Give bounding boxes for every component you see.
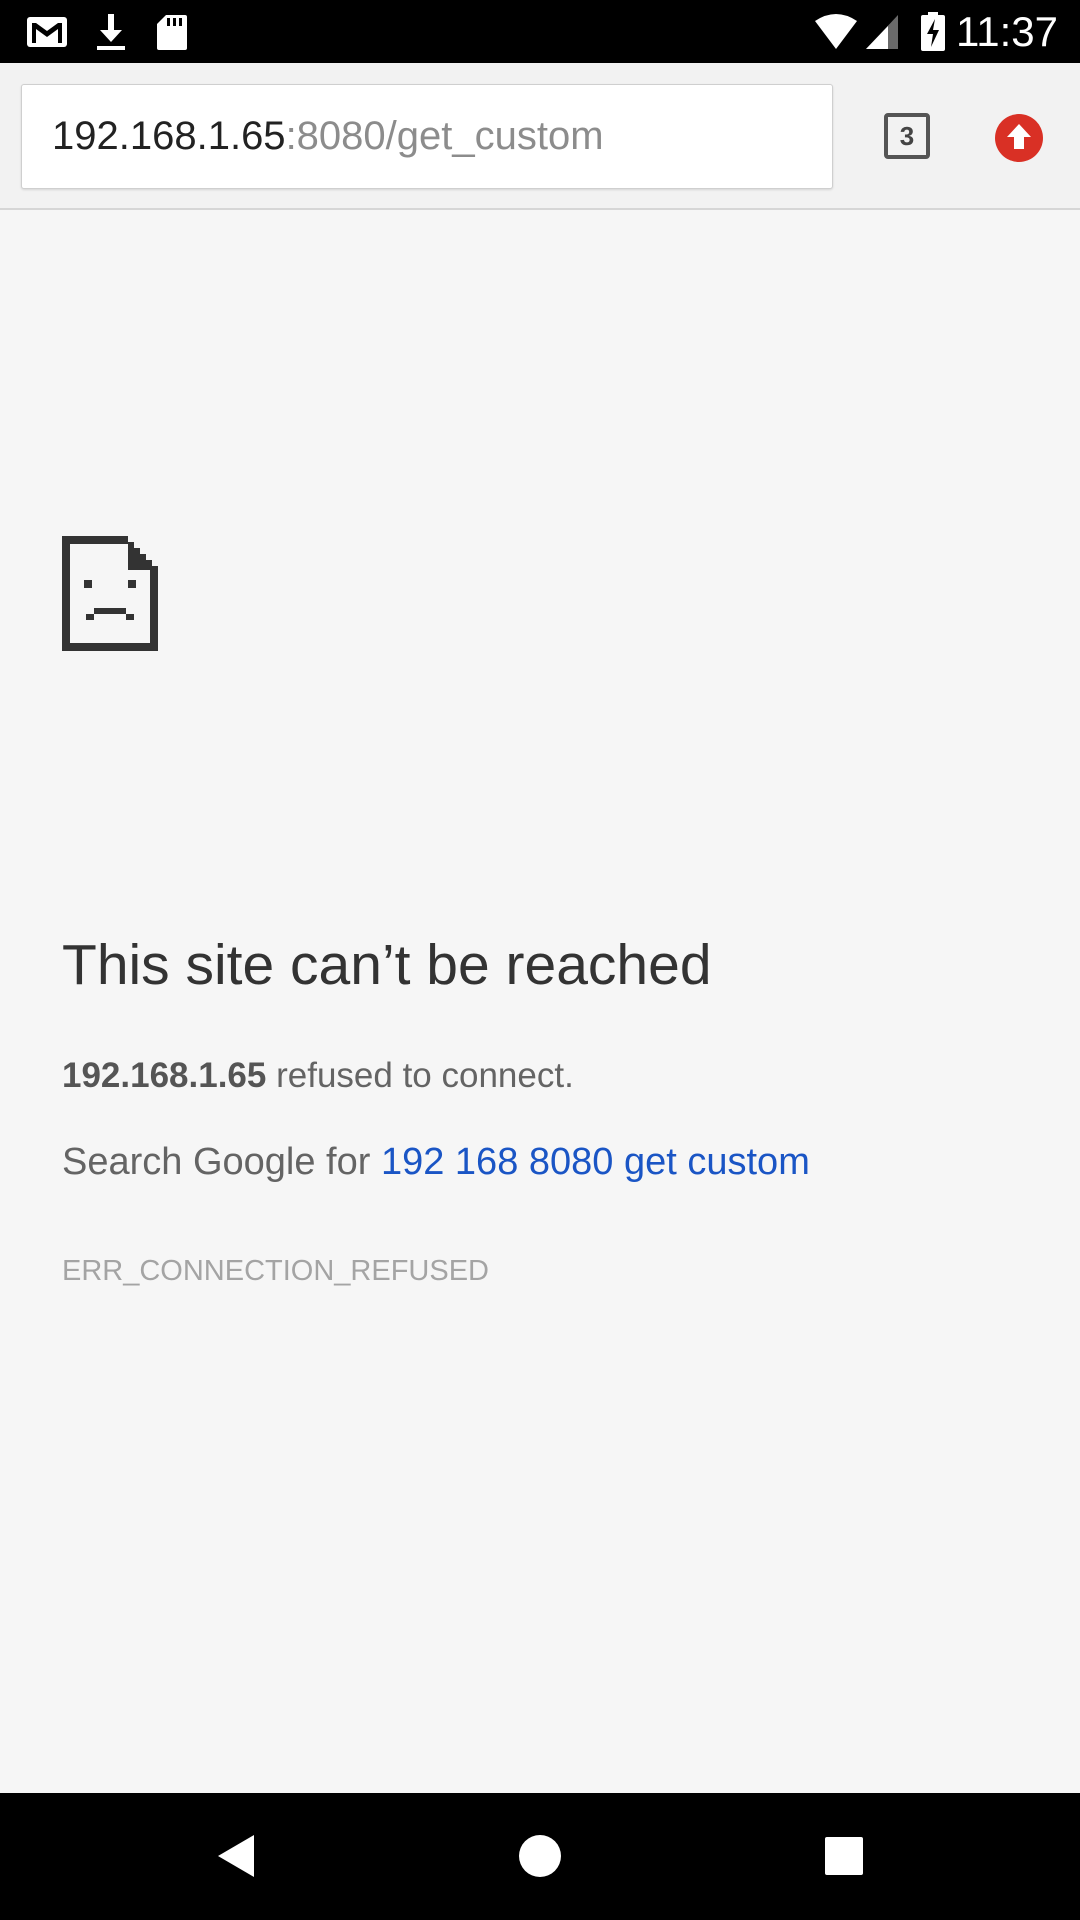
status-bar: 11:37: [0, 0, 1080, 63]
tab-switcher-button[interactable]: 3: [884, 113, 930, 159]
back-button[interactable]: [206, 1826, 266, 1886]
url-bar[interactable]: 192.168.1.65:8080/get_custom: [21, 84, 833, 189]
download-icon: [94, 12, 128, 52]
screen: 11:37 192.168.1.65:8080/get_custom 3 Th…: [0, 0, 1080, 1920]
recents-icon: [825, 1837, 863, 1875]
tab-count: 3: [899, 120, 915, 151]
refused-message: 192.168.1.65 refused to connect.: [62, 1056, 574, 1096]
url-host: 192.168.1.65: [52, 114, 286, 158]
update-button[interactable]: [994, 113, 1044, 163]
sad-page-icon: [62, 536, 158, 651]
cell-signal-icon: [864, 12, 900, 52]
url-path: :8080/get_custom: [285, 114, 604, 158]
status-time: 11:37: [956, 8, 1058, 55]
home-icon: [519, 1835, 561, 1877]
gmail-icon: [26, 12, 68, 52]
search-suggestion: Search Google for 192 168 8080 get custo…: [62, 1141, 810, 1184]
battery-charging-icon: [920, 12, 946, 52]
navigation-bar: [0, 1793, 1080, 1920]
error-title: This site can’t be reached: [62, 933, 712, 997]
error-code: ERR_CONNECTION_REFUSED: [62, 1255, 489, 1287]
search-google-link[interactable]: 192 168 8080 get custom: [381, 1141, 810, 1183]
refused-text: refused to connect.: [266, 1056, 574, 1095]
recents-button[interactable]: [814, 1826, 874, 1886]
search-prefix: Search Google for: [62, 1141, 381, 1183]
back-icon: [218, 1835, 254, 1877]
browser-toolbar: 192.168.1.65:8080/get_custom 3: [0, 63, 1080, 210]
update-arrow-icon: [995, 114, 1043, 162]
error-page: This site can’t be reached 192.168.1.65 …: [0, 210, 1080, 1793]
refused-host: 192.168.1.65: [62, 1056, 267, 1095]
wifi-icon: [814, 12, 858, 52]
home-button[interactable]: [510, 1826, 570, 1886]
sd-card-icon: [156, 12, 188, 52]
